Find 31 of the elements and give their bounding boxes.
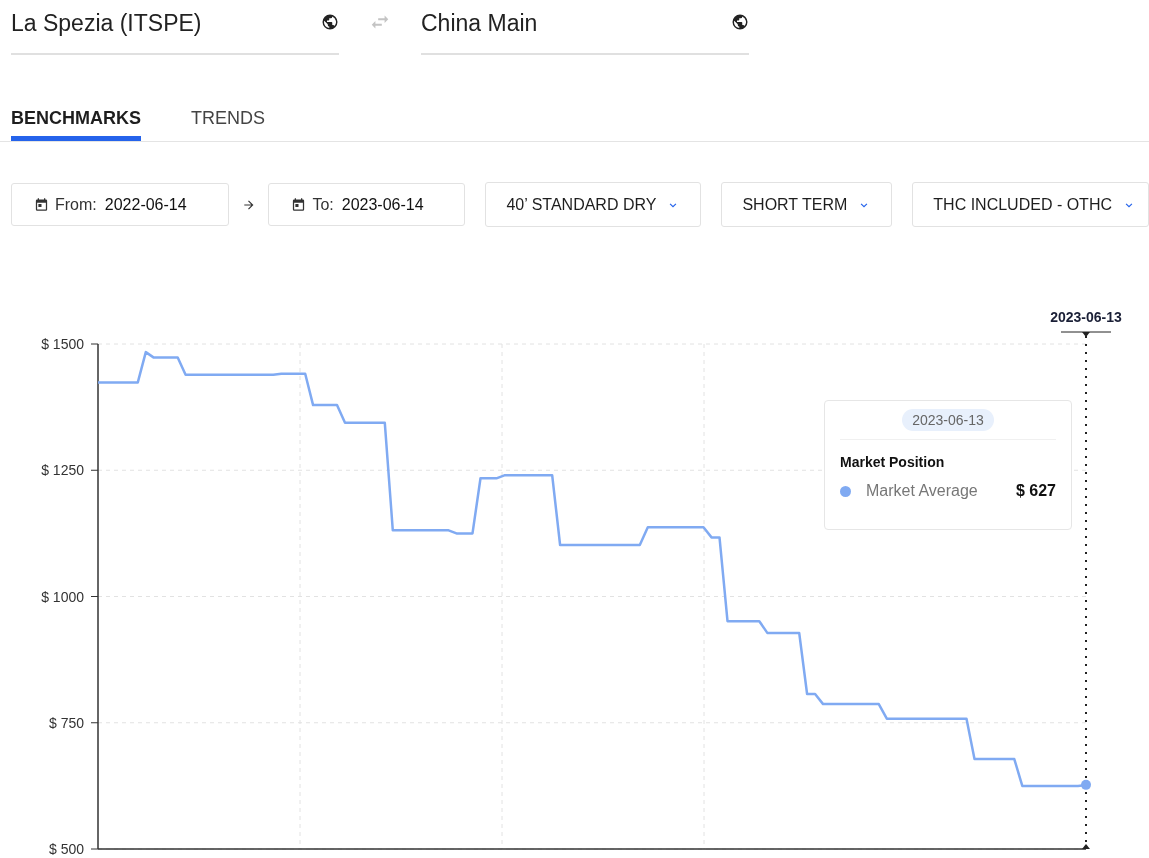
date-field[interactable]: From: 2022-06-14 [11,183,229,226]
series-value: $ 627 [1015,482,1056,500]
origin-input[interactable]: La Spezia (ITSPE) [11,0,291,37]
axis-label: $ 1250 [41,462,84,479]
calendar-icon [34,197,49,212]
destination-input[interactable]: China Main [421,0,701,37]
axis-label: $ 1500 [41,336,84,352]
calendar-icon [291,197,307,212]
date-badge: 2023-06-13 [902,409,994,431]
date-field[interactable]: To: 2023-06-14 [268,183,466,226]
origin-field[interactable]: La Spezia (ITSPE) [11,0,339,55]
date-label: From: [55,195,97,214]
axis-label: $ 1000 [41,588,84,605]
series-name: Market Average [866,482,978,500]
tooltip-heading: Market Position [840,439,1056,470]
data-point [1081,779,1091,790]
globe-icon [731,13,749,31]
tab[interactable]: BENCHMARKS [11,95,141,141]
axis-label: $ 750 [48,714,84,731]
dropdown-button[interactable]: THC INCLUDED - OTHC [912,182,1149,227]
tab[interactable]: TRENDS [191,95,265,141]
date-value: 2022-06-14 [104,195,187,214]
cursor-marker-icon [1082,844,1090,849]
destination-field[interactable]: China Main [421,0,749,55]
dropdown-button[interactable]: 40’ STANDARD DRY [485,182,702,227]
date-value: 2023-06-14 [341,195,424,214]
date-label: To: [312,195,334,214]
marker-date: 2023-06-13 [1050,309,1122,325]
globe-icon [321,13,339,31]
dropdown-button[interactable]: SHORT TERM [721,182,893,227]
axis-label: $ 500 [48,841,84,857]
